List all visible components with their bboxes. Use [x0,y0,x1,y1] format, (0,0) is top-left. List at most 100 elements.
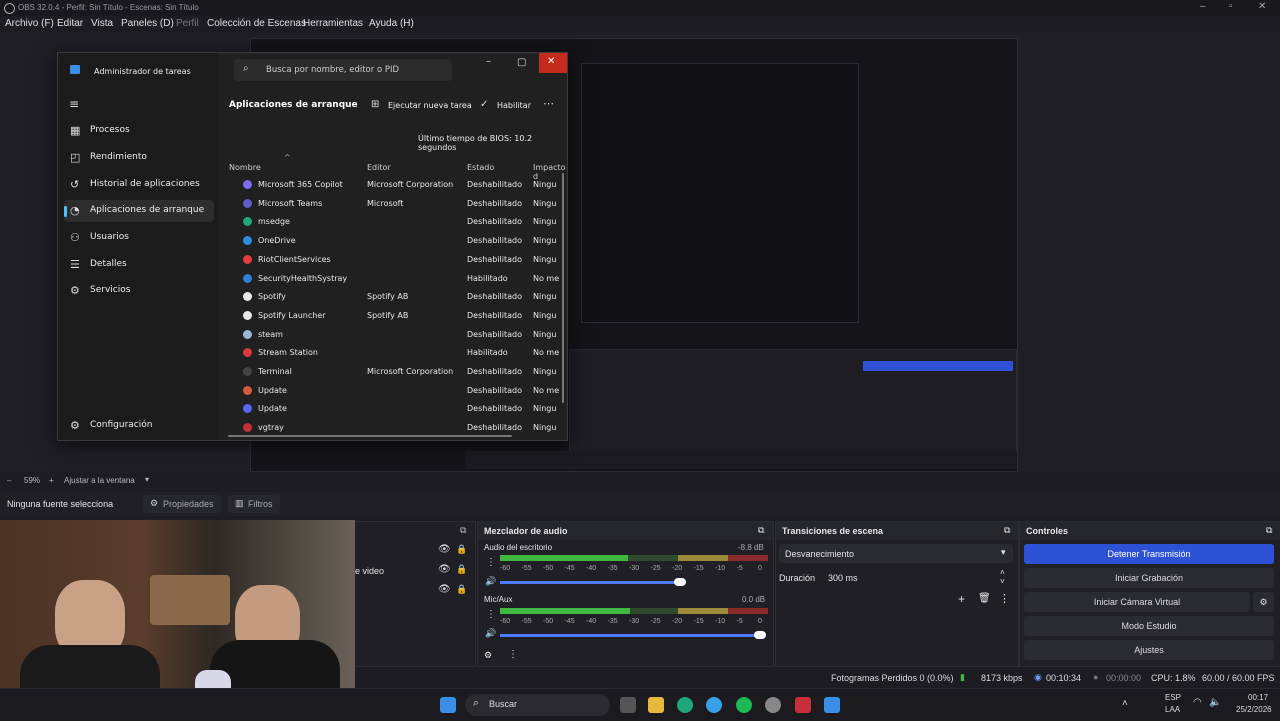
nav-historial[interactable]: ↺ Historial de aplicaciones [64,174,214,196]
language-layout[interactable]: LAA [1165,705,1180,714]
file-explorer-icon[interactable] [648,697,664,713]
visibility-eye-icon[interactable]: 👁 [438,584,451,595]
menu-herramientas[interactable]: Herramientas [303,18,363,29]
enable-button[interactable]: Habilitar [497,101,531,110]
add-transition-button[interactable]: + [958,592,965,606]
tm-maximize-icon[interactable]: ▢ [517,57,526,68]
table-row[interactable]: Microsoft 365 Copilot Microsoft Corporati… [228,175,558,193]
clock-date[interactable]: 25/2/2026 [1236,705,1272,714]
table-row[interactable]: Spotify Launcher Spotify AB Deshabilitado N… [228,306,558,324]
lock-icon[interactable]: 🔒 [456,544,467,555]
horizontal-scrollbar[interactable] [228,435,512,437]
col-editor[interactable]: Editor [367,163,391,172]
menu-archivo[interactable]: Archivo (F) [5,18,54,29]
track-options-icon[interactable]: ⋮ [486,557,496,568]
col-name[interactable]: Nombre [229,163,261,172]
table-row[interactable]: Microsoft Teams Microsoft Deshabilitado Nin… [228,194,558,212]
nav-configuracion[interactable]: ⚙ Configuración [64,415,214,437]
dock-undock-icon[interactable]: ⧉ [1266,525,1272,536]
menu-vista[interactable]: Vista [91,18,113,29]
table-row[interactable]: steam Deshabilitado Ningu [228,325,558,343]
duration-spinbox[interactable]: 300 ms ˄ ˅ [822,568,1013,587]
hamburger-menu-icon[interactable]: ≡ [69,97,79,111]
zoom-dropdown-icon[interactable]: ▾ [145,475,149,484]
nav-rendimiento[interactable]: ◰ Rendimiento [64,147,214,169]
speaker-icon[interactable]: 🔊 [485,628,496,639]
start-virtual-camera-button[interactable]: Iniciar Cámara Virtual [1024,592,1250,612]
riot-icon[interactable] [795,697,811,713]
language[interactable]: ESP [1165,693,1181,702]
menu-coleccion[interactable]: Colección de Escenas [207,18,306,29]
table-row[interactable]: Spotify Spotify AB Deshabilitado Ningu [228,287,558,305]
volume-icon[interactable]: 🔈 [1209,697,1221,708]
menu-paneles[interactable]: Paneles (D) [121,18,174,29]
table-row[interactable]: Terminal Microsoft Corporation Deshabilita… [228,362,558,380]
lock-icon[interactable]: 🔒 [456,584,467,595]
obs-icon[interactable] [765,697,781,713]
table-row[interactable]: vgtray Deshabilitado Ningu [228,418,558,436]
tm-minimize-icon[interactable]: – [486,56,491,67]
windows-start-icon[interactable] [440,697,456,713]
table-row[interactable]: RiotClientServices Deshabilitado Ningu [228,250,558,268]
maximize-icon[interactable]: ▫ [1229,1,1233,12]
fit-window-button[interactable]: Ajustar a la ventana [64,476,135,485]
zoom-out-button[interactable]: – [7,476,11,485]
minimize-icon[interactable]: – [1200,1,1206,12]
table-row[interactable]: Update Deshabilitado No me [228,381,559,399]
transition-menu-icon[interactable]: ⋮ [999,592,1010,605]
volume-slider-mic[interactable] [500,634,762,637]
table-row[interactable]: SecurityHealthSystray Habilitado No me [228,269,559,287]
nav-detalles[interactable]: ☰ Detalles [64,254,214,276]
volume-slider-desktop[interactable] [500,581,680,584]
nav-procesos[interactable]: ▦ Procesos [64,120,214,142]
visibility-eye-icon[interactable]: 👁 [438,544,451,555]
trash-icon[interactable]: 🗑 [978,593,991,604]
nav-servicios[interactable]: ⚙ Servicios [64,280,214,302]
advanced-audio-icon[interactable]: ⚙ [484,650,492,661]
tray-chevron-icon[interactable]: ˄ [1122,698,1128,709]
dock-undock-icon[interactable]: ⧉ [758,525,764,536]
properties-button[interactable]: ⚙ Propiedades [143,495,221,513]
close-icon[interactable]: ✕ [1258,1,1266,12]
nav-usuarios[interactable]: ⚇ Usuarios [64,227,214,249]
vertical-scrollbar[interactable] [562,173,564,403]
studio-mode-button[interactable]: Modo Estudio [1024,616,1274,636]
table-row[interactable]: msedge Deshabilitado Ningu [228,212,558,230]
virtual-camera-settings-button[interactable]: ⚙ [1253,592,1274,612]
stop-streaming-button[interactable]: Detener Transmisión [1024,544,1274,564]
visibility-eye-icon[interactable]: 👁 [438,564,451,575]
task-manager-icon[interactable] [824,697,840,713]
col-status[interactable]: Estado [467,163,494,172]
start-recording-button[interactable]: Iniciar Grabación [1024,568,1274,588]
dock-undock-icon[interactable]: ⧉ [460,525,466,536]
clock-time[interactable]: 00:17 [1248,693,1268,702]
search-input[interactable]: ⌕ Busca por nombre, editor o PID [234,59,452,81]
table-row[interactable]: Update Deshabilitado Ningu [228,399,558,417]
edge-icon[interactable] [677,697,693,713]
track-options-icon[interactable]: ⋮ [486,609,496,620]
table-row[interactable]: Stream Station Habilitado No me [228,343,559,361]
menu-ayuda[interactable]: Ayuda (H) [369,18,414,29]
task-view-icon[interactable] [620,697,636,713]
taskbar-search[interactable]: ⌕ Buscar [465,694,610,716]
nav-arranque[interactable]: ◔ Aplicaciones de arranque [64,200,214,222]
menu-perfil[interactable]: Perfil [176,18,199,29]
source-name-partial[interactable]: e video [355,566,384,576]
transition-select[interactable]: Desvanecimiento ▾ [779,544,1013,563]
run-task-button[interactable]: Ejecutar nueva tarea [388,101,472,110]
volume-handle[interactable] [754,631,766,639]
zoom-in-button[interactable]: + [49,476,54,485]
filters-button[interactable]: ▥ Filtros [228,495,280,513]
spin-down-icon[interactable]: ˅ [1000,577,1005,586]
spotify-icon[interactable] [736,697,752,713]
volume-handle[interactable] [674,578,686,586]
wifi-icon[interactable]: ◠ [1193,697,1202,708]
spin-up-icon[interactable]: ˄ [1000,568,1005,577]
table-row[interactable]: OneDrive Deshabilitado Ningu [228,231,558,249]
menu-editar[interactable]: Editar [57,18,83,29]
more-options-icon[interactable]: ⋯ [543,97,554,110]
speaker-icon[interactable]: 🔊 [485,576,496,587]
settings-button[interactable]: Ajustes [1024,640,1274,660]
mixer-menu-icon[interactable]: ⋮ [508,649,518,660]
dock-undock-icon[interactable]: ⧉ [1004,525,1010,536]
